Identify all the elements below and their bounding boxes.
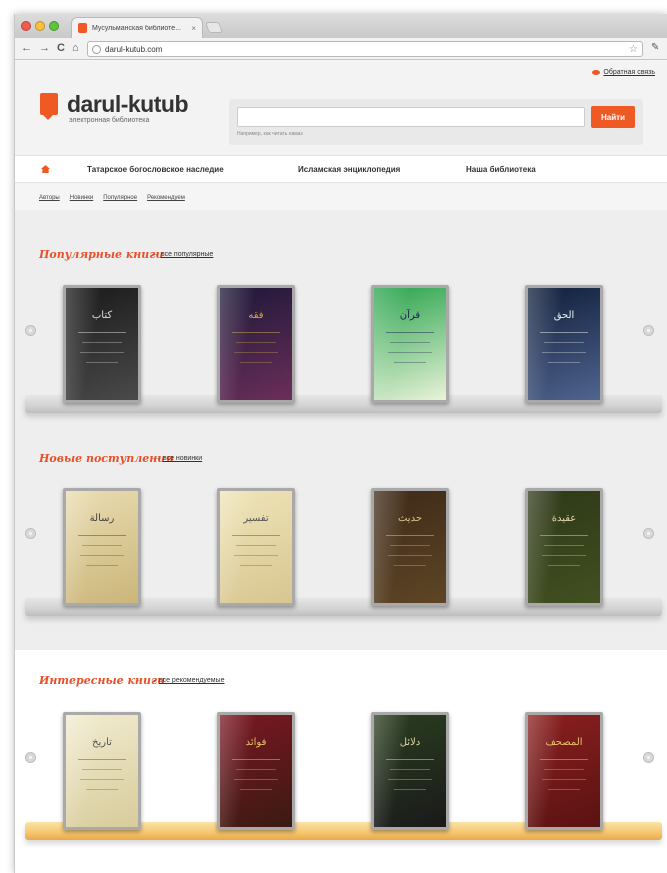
address-url[interactable]: darul-kutub.com [105,45,625,54]
subnav-authors[interactable]: Авторы [39,195,60,201]
carousel-prev-button[interactable] [25,528,36,539]
tab-close-icon[interactable]: × [191,24,196,33]
search-button[interactable]: Найти [591,106,635,128]
browser-window: Мусульманская библиоте... × ← → C ⌂ daru… [14,14,667,873]
arrow-right-icon: → [154,455,161,462]
main-nav: Татарское богословское наследие Исламска… [15,155,667,183]
nav-item-our-library[interactable]: Наша библиотека [466,165,536,174]
book-cover[interactable]: فوائد [217,712,295,830]
tab-title: Мусульманская библиоте... [92,24,182,32]
book-cover-title: فقه [248,310,264,321]
feedback-label: Обратная связь [603,69,655,76]
logo-text[interactable]: darul-kutub [67,91,189,118]
book-cover-title: دلائل [399,737,421,748]
carousel-prev-button[interactable] [25,325,36,336]
book-cover[interactable]: حديث [371,488,449,606]
subnav-new[interactable]: Новинки [70,195,94,201]
browser-toolbar: ← → C ⌂ darul-kutub.com ☆ ✎ [15,38,667,60]
carousel-next-button[interactable] [643,528,654,539]
subnav-recommended[interactable]: Рекомендуем [147,195,185,201]
browser-tab[interactable]: Мусульманская библиоте... × [71,17,203,38]
section-link-label: все новинки [162,455,203,462]
search-hint: Например, как читать намаз [237,131,303,137]
book-section-2: Новые поступления → все новинки رسالة تف… [15,440,667,650]
book-cover-title: فوائد [245,737,267,748]
book-cover-title: كتاب [91,310,113,321]
book-cover-title: تاريخ [92,737,112,748]
reload-button[interactable]: C [57,42,65,55]
book-cover-title: رسالة [89,513,115,524]
site-favicon-icon [78,23,87,33]
arrow-right-icon: → [152,251,159,258]
book-cover[interactable]: الحق [525,285,603,403]
carousel-next-button[interactable] [643,325,654,336]
close-window-button[interactable] [21,21,31,31]
minimize-window-button[interactable] [35,21,45,31]
site-header: Обратная связь darul-kutub электронная б… [15,61,667,155]
book-cover[interactable]: عقيدة [525,488,603,606]
carousel-next-button[interactable] [643,752,654,763]
carousel-prev-button[interactable] [25,752,36,763]
book-section-3: Интересные книги → все рекомендуемые تار… [15,650,667,873]
globe-icon [92,44,101,54]
address-bar[interactable]: darul-kutub.com ☆ [87,41,643,57]
bookmark-star-icon[interactable]: ☆ [629,44,638,55]
section-title: Популярные книги [39,248,164,261]
section-link-label: все рекомендуемые [158,677,225,684]
book-cover[interactable]: تفسير [217,488,295,606]
eye-icon [592,70,601,75]
new-tab-button[interactable] [204,22,224,33]
book-cover-title: حديث [397,513,423,524]
feedback-link[interactable]: Обратная связь [592,69,655,76]
book-cover-title: عقيدة [551,513,577,524]
section-see-all-link[interactable]: → все новинки [154,455,202,462]
book-cover[interactable]: دلائل [371,712,449,830]
section-link-label: все популярные [160,251,214,258]
home-button[interactable]: ⌂ [72,42,79,55]
book-cover[interactable]: فقه [217,285,295,403]
arrow-right-icon: → [150,677,157,684]
wrench-menu-icon[interactable]: ✎ [651,42,659,53]
book-cover-title: الحق [553,310,575,321]
logo-subtitle: электронная библиотека [69,117,150,124]
book-section-1: Популярные книги → все популярные كتاب ف… [15,210,667,440]
sub-nav: Авторы Новинки Популярное Рекомендуем [39,195,185,201]
book-cover-title: تفسير [243,513,269,524]
nav-item-encyclopedia[interactable]: Исламская энциклопедия [298,165,400,174]
book-cover[interactable]: تاريخ [63,712,141,830]
home-icon[interactable] [41,165,50,173]
section-see-all-link[interactable]: → все популярные [152,251,213,258]
tab-bar: Мусульманская библиоте... × [15,14,667,38]
book-cover[interactable]: قرآن [371,285,449,403]
logo-icon[interactable] [40,93,58,120]
search-input[interactable] [237,107,585,127]
back-button[interactable]: ← [21,42,32,55]
section-title: Интересные книги [39,674,166,687]
window-controls [21,21,59,31]
subnav-popular[interactable]: Популярное [103,195,137,201]
forward-button[interactable]: → [39,42,50,55]
book-cover-title: المصحف [545,737,583,748]
book-cover-title: قرآن [399,310,421,321]
nav-item-tatar-heritage[interactable]: Татарское богословское наследие [87,165,224,174]
book-cover[interactable]: المصحف [525,712,603,830]
zoom-window-button[interactable] [49,21,59,31]
book-cover[interactable]: كتاب [63,285,141,403]
book-cover[interactable]: رسالة [63,488,141,606]
section-see-all-link[interactable]: → все рекомендуемые [150,677,224,684]
